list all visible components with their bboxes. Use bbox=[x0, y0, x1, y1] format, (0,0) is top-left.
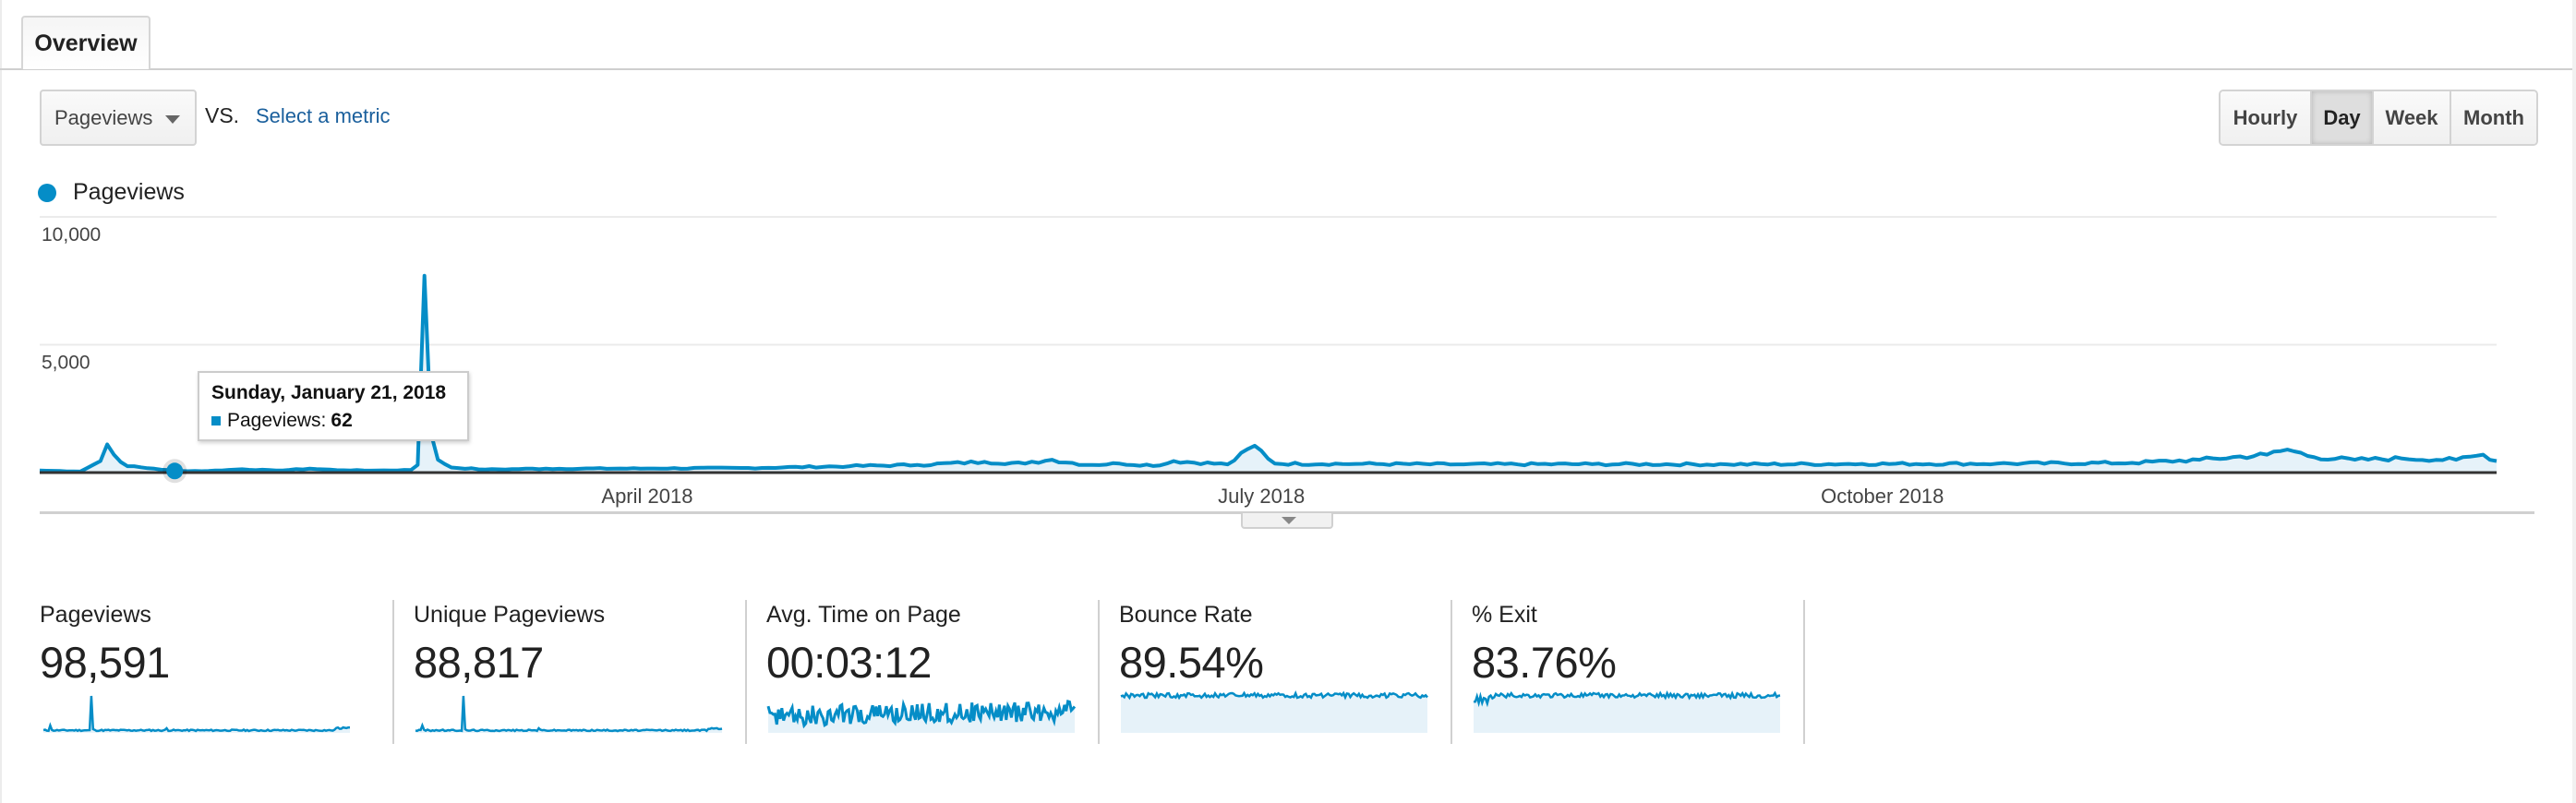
scorecard-bounce-rate[interactable]: Bounce Rate 89.54% bbox=[1098, 600, 1451, 744]
scorecard-value: 89.54% bbox=[1119, 638, 1264, 687]
scorecard-avg-time-on-page[interactable]: Avg. Time on Page 00:03:12 bbox=[745, 600, 1098, 744]
tab-bar-divider bbox=[0, 68, 2572, 70]
scorecard-value: 98,591 bbox=[40, 638, 170, 687]
scorecard-value: 83.76% bbox=[1472, 638, 1617, 687]
chart-tooltip: Sunday, January 21, 2018 Pageviews: 62 bbox=[198, 371, 469, 441]
tooltip-metric-value: 62 bbox=[331, 410, 353, 431]
granularity-month-button[interactable]: Month bbox=[2450, 91, 2536, 144]
sparkline-area bbox=[1121, 693, 1427, 733]
pageviews-chart[interactable]: 10,000 5,000 April 2018 July 2018 October 2… bbox=[0, 203, 2576, 508]
legend-label: Pageviews bbox=[73, 179, 185, 205]
x-tick-label: April 2018 bbox=[601, 485, 692, 508]
y-tick-label: 10,000 bbox=[42, 224, 101, 246]
scorecard-value: 88,817 bbox=[414, 638, 544, 687]
granularity-hourly-button[interactable]: Hourly bbox=[2221, 91, 2310, 144]
tab-overview[interactable]: Overview bbox=[21, 16, 150, 69]
scorecard-unique-pageviews[interactable]: Unique Pageviews 88,817 bbox=[392, 600, 745, 744]
granularity-day-button[interactable]: Day bbox=[2310, 91, 2372, 144]
caret-down-icon bbox=[1282, 517, 1296, 524]
scorecard-sparkline bbox=[766, 699, 1077, 733]
scorecard-value: 00:03:12 bbox=[766, 638, 932, 687]
tooltip-date: Sunday, January 21, 2018 bbox=[211, 382, 447, 403]
hover-point bbox=[166, 462, 184, 480]
metric-dropdown-value: Pageviews bbox=[54, 105, 153, 129]
scorecards: Pageviews 98,591 Unique Pageviews 88,817… bbox=[40, 600, 1805, 744]
scorecard-label: Bounce Rate bbox=[1119, 602, 1253, 628]
chart-gridlines bbox=[40, 216, 2497, 346]
y-tick-label: 5,000 bbox=[42, 353, 90, 374]
tooltip-metric-label: Pageviews: bbox=[227, 410, 327, 431]
scorecard-sparkline bbox=[415, 695, 723, 733]
scorecard-label: % Exit bbox=[1472, 602, 1537, 628]
x-tick-label: October 2018 bbox=[1821, 485, 1944, 508]
sparkline-line bbox=[42, 695, 351, 733]
collapse-chart-handle[interactable] bbox=[1241, 513, 1333, 529]
scorecard-label: Avg. Time on Page bbox=[766, 602, 961, 628]
select-metric-link[interactable]: Select a metric bbox=[256, 104, 391, 128]
legend-dot-icon bbox=[38, 183, 56, 202]
scorecard-label: Pageviews bbox=[40, 602, 151, 628]
granularity-week-button[interactable]: Week bbox=[2372, 91, 2450, 144]
sparkline-area bbox=[1474, 693, 1780, 733]
scorecard-sparkline bbox=[1120, 690, 1428, 733]
chevron-down-icon bbox=[165, 115, 180, 124]
vs-label: VS. bbox=[205, 103, 240, 127]
metric-dropdown[interactable]: Pageviews bbox=[40, 90, 197, 146]
sparkline-line bbox=[415, 695, 723, 733]
scorecard-sparkline bbox=[42, 695, 351, 733]
x-tick-label: July 2018 bbox=[1218, 485, 1305, 508]
scorecard-label: Unique Pageviews bbox=[414, 602, 606, 628]
scorecard-pageviews[interactable]: Pageviews 98,591 bbox=[40, 600, 392, 744]
scorecard-end-divider bbox=[1803, 600, 1805, 744]
scorecard-exit-rate[interactable]: % Exit 83.76% bbox=[1451, 600, 1803, 744]
scorecard-sparkline bbox=[1473, 690, 1781, 733]
chart-legend: Pageviews bbox=[38, 179, 185, 206]
granularity-toggle: Hourly Day Week Month bbox=[2219, 90, 2538, 146]
tooltip-series-swatch-icon bbox=[211, 416, 221, 425]
